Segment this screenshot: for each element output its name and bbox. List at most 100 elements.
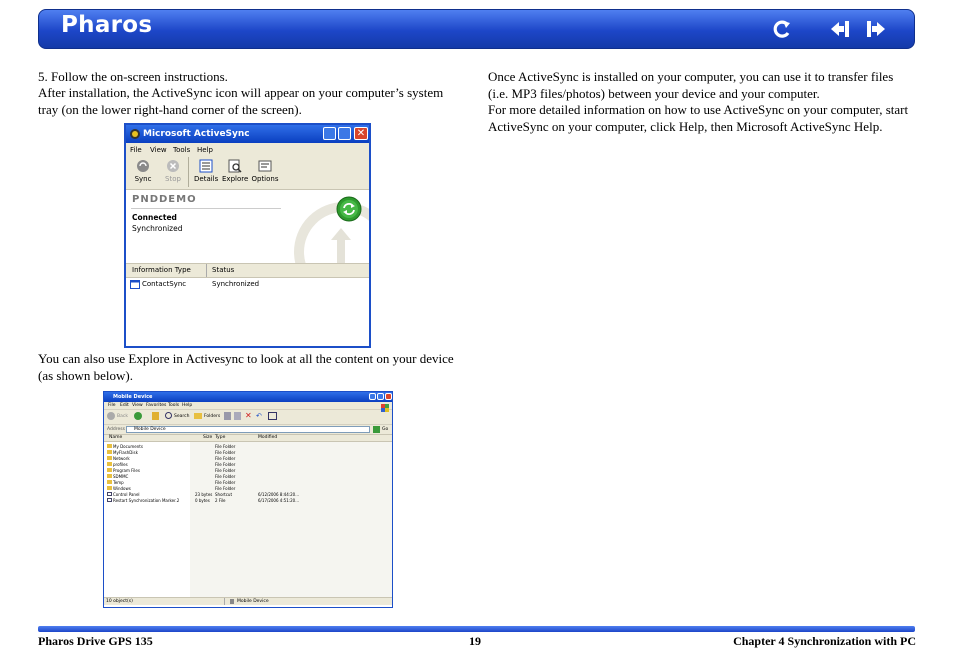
explorer-menu-view[interactable]: View	[132, 403, 143, 408]
move-to-icon[interactable]	[224, 412, 231, 420]
footer-chapter: Chapter 4 Synchronization with PC	[733, 634, 916, 648]
file-icon	[107, 498, 112, 502]
back-arrow-icon[interactable]	[829, 19, 851, 39]
folder-icon	[107, 474, 112, 478]
file-name: profiles	[113, 462, 128, 467]
file-type: File Folder	[215, 462, 236, 467]
column-status[interactable]: Status	[212, 266, 234, 274]
activesync-window: Microsoft ActiveSync ✕ File View Tools H…	[124, 123, 371, 348]
sync-ok-icon	[336, 196, 362, 222]
paragraph-transfer: Once ActiveSync is installed on your com…	[488, 69, 894, 101]
maximize-button[interactable]	[338, 127, 351, 140]
explorer-close-button[interactable]	[385, 393, 392, 400]
go-icon[interactable]	[373, 426, 380, 433]
activesync-logo-icon	[130, 129, 140, 139]
explorer-menu-file[interactable]: File	[108, 403, 116, 408]
file-row[interactable]: Restart Synchronization Marker.2 0 bytes 2…	[104, 498, 392, 504]
explorer-menu-tools[interactable]: Tools	[168, 403, 179, 408]
back-icon[interactable]	[107, 412, 115, 420]
file-name: Control Panel	[113, 492, 140, 497]
sync-icon	[137, 160, 149, 172]
file-type: File Folder	[215, 480, 236, 485]
sync-status: Synchronized	[132, 224, 183, 233]
minimize-button[interactable]	[323, 127, 336, 140]
column-information-type[interactable]: Information Type	[132, 266, 191, 274]
delete-icon[interactable]: ✕	[245, 411, 252, 420]
copy-to-icon[interactable]	[234, 412, 241, 420]
address-value: Mobile Device	[134, 427, 166, 432]
file-modified: 6/17/2006 4:51:20...	[258, 498, 300, 503]
forward-arrow-icon[interactable]	[865, 19, 887, 39]
go-label[interactable]: Go	[382, 427, 388, 432]
paragraph-explore: You can also use Explore in Activesync t…	[38, 351, 454, 383]
explorer-menu-help[interactable]: Help	[182, 403, 192, 408]
folder-icon	[107, 486, 112, 490]
folders-icon[interactable]	[194, 413, 202, 419]
file-name: Network	[113, 456, 130, 461]
folder-icon	[107, 450, 112, 454]
views-icon[interactable]	[268, 412, 277, 420]
options-label: Options	[251, 175, 279, 183]
info-table-row[interactable]: ContactSync Synchronized	[126, 278, 369, 291]
device-name: PNDDEMO	[132, 194, 197, 205]
info-table-header: Information Type Status	[126, 263, 369, 278]
up-folder-icon[interactable]	[152, 412, 159, 420]
address-input[interactable]: Mobile Device	[126, 426, 370, 433]
menu-file[interactable]: File	[130, 146, 142, 154]
search-label[interactable]: Search	[174, 414, 189, 419]
explore-button[interactable]: Explore	[222, 159, 248, 183]
folders-label[interactable]: Folders	[204, 414, 220, 419]
close-button[interactable]: ✕	[354, 127, 368, 140]
activesync-toolbar: Sync Stop Details Explore Options	[126, 157, 369, 190]
explorer-window: Mobile Device File Edit View Favorites T…	[103, 391, 393, 608]
file-name: SDMMC	[113, 474, 129, 479]
activesync-menubar: File View Tools Help	[126, 143, 369, 157]
menu-tools[interactable]: Tools	[173, 146, 190, 154]
col-modified[interactable]: Modified	[258, 435, 277, 440]
search-icon[interactable]	[165, 412, 172, 419]
file-name: My Documents	[113, 444, 143, 449]
row-status: Synchronized	[212, 280, 260, 288]
column-divider[interactable]	[206, 264, 207, 277]
contact-icon	[130, 280, 140, 289]
refresh-icon[interactable]	[771, 19, 793, 39]
back-label[interactable]: Back	[117, 414, 128, 419]
file-list: My Documents File Folder MyFlashDisk File F…	[104, 442, 392, 597]
explorer-menu-favorites[interactable]: Favorites	[146, 403, 166, 408]
forward-icon[interactable]	[134, 412, 142, 420]
activesync-status-panel: PNDDEMO Connected Synchronized	[126, 190, 369, 263]
undo-icon[interactable]: ↶	[256, 412, 262, 420]
file-type: File Folder	[215, 474, 236, 479]
sync-label: Sync	[134, 175, 152, 183]
details-button[interactable]: Details	[194, 159, 218, 183]
sync-button[interactable]: Sync	[134, 159, 152, 183]
folder-icon	[107, 468, 112, 472]
address-label: Address	[107, 427, 125, 432]
options-icon	[258, 160, 272, 172]
paragraph-help: For more detailed information on how to …	[488, 102, 909, 134]
explorer-minimize-button[interactable]	[369, 393, 376, 400]
explorer-maximize-button[interactable]	[377, 393, 384, 400]
col-name[interactable]: Name	[109, 435, 122, 440]
explorer-menu-edit[interactable]: Edit	[120, 403, 129, 408]
step-5: 5. Follow the on-screen instructions.	[38, 69, 228, 84]
file-name: Restart Synchronization Marker.2	[113, 498, 180, 503]
toolbar-divider	[188, 157, 189, 187]
menu-view[interactable]: View	[150, 146, 167, 154]
activesync-titlebar: Microsoft ActiveSync ✕	[126, 125, 369, 143]
file-type: File Folder	[215, 468, 236, 473]
col-type[interactable]: Type	[215, 435, 225, 440]
file-type: File Folder	[215, 444, 236, 449]
footer-bar	[38, 626, 915, 632]
status-object-count: 10 object(s)	[106, 599, 133, 604]
explorer-titlebar: Mobile Device	[104, 392, 392, 402]
menu-help[interactable]: Help	[197, 146, 213, 154]
file-name: Program Files	[113, 468, 140, 473]
file-type: Shortcut	[215, 492, 233, 497]
col-size[interactable]: Size	[203, 435, 212, 440]
stop-button[interactable]: Stop	[164, 159, 182, 183]
explorer-title: Mobile Device	[113, 394, 153, 400]
header-banner: Pharos	[38, 9, 915, 49]
options-button[interactable]: Options	[251, 159, 279, 183]
file-name: Temp	[113, 480, 124, 485]
